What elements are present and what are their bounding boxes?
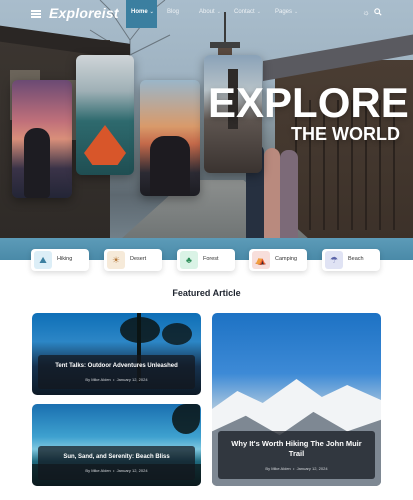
category-label: Beach	[348, 256, 364, 262]
category-chip-desert[interactable]: ☀ Desert	[104, 249, 162, 271]
article-date: January 12, 2024	[116, 468, 148, 473]
article-card-john-muir-trail[interactable]: Why It's Worth Hiking The John Muir Trai…	[212, 313, 381, 486]
article-meta: By Mike Alden • January 12, 2024	[85, 377, 148, 382]
article-caption: Tent Talks: Outdoor Adventures Unleashed…	[38, 355, 195, 389]
nav-item-label: Contact	[234, 9, 255, 15]
nav-item-label: Pages	[275, 9, 293, 15]
article-date: January 12, 2024	[296, 466, 328, 471]
article-caption: Sun, Sand, and Serenity: Beach Bliss By …	[38, 446, 195, 480]
article-meta: By Mike Alden • January 12, 2024	[85, 468, 148, 473]
camping-icon: ⛺	[252, 251, 270, 269]
photo-card-kayak	[76, 55, 134, 175]
article-author[interactable]: By Mike Alden	[85, 377, 110, 382]
article-author[interactable]: By Mike Alden	[85, 468, 110, 473]
article-caption: Why It's Worth Hiking The John Muir Trai…	[218, 431, 375, 479]
chevron-down-icon: ⌄	[149, 9, 154, 15]
article-date: January 12, 2024	[116, 377, 148, 382]
nav-item-home[interactable]: Home ⌄	[131, 9, 154, 15]
category-label: Camping	[275, 256, 298, 262]
hero-headline: EXPLORE	[208, 79, 409, 126]
chevron-down-icon: ⌄	[216, 9, 221, 15]
chevron-down-icon: ⌄	[294, 9, 299, 15]
category-label: Desert	[130, 256, 147, 262]
nav-item-blog[interactable]: Blog	[167, 9, 179, 15]
hiking-icon: ⛰	[34, 251, 52, 269]
nav-item-label: Home	[131, 9, 148, 15]
forest-icon: ♣	[180, 251, 198, 269]
category-chip-beach[interactable]: ☂ Beach	[322, 249, 380, 271]
top-navbar: Exploreist Home ⌄ Blog About ⌄ Contact ⌄ Pa…	[0, 0, 413, 28]
chevron-down-icon: ⌄	[256, 9, 261, 15]
article-title[interactable]: Tent Talks: Outdoor Adventures Unleashed	[38, 363, 195, 369]
category-chip-camping[interactable]: ⛺ Camping	[249, 249, 307, 271]
hero-subheadline: THE WORLD	[291, 124, 400, 144]
sun-icon[interactable]: ☼	[361, 8, 371, 18]
category-chip-forest[interactable]: ♣ Forest	[177, 249, 235, 271]
hero-banner: EXPLORE THE WORLD	[0, 0, 413, 260]
article-card-tent-talks[interactable]: Tent Talks: Outdoor Adventures Unleashed…	[32, 313, 201, 395]
nav-item-about[interactable]: About ⌄	[199, 9, 221, 15]
featured-section-title: Featured Article	[172, 288, 241, 298]
article-title[interactable]: Sun, Sand, and Serenity: Beach Bliss	[38, 454, 195, 460]
site-logo[interactable]: Exploreist	[49, 5, 119, 21]
category-chip-hiking[interactable]: ⛰ Hiking	[31, 249, 89, 271]
article-meta: By Mike Alden • January 12, 2024	[265, 466, 328, 471]
category-label: Hiking	[57, 256, 73, 262]
category-label: Forest	[203, 256, 219, 262]
nav-item-label: About	[199, 9, 215, 15]
search-icon[interactable]	[373, 8, 383, 18]
article-card-beach-bliss[interactable]: Sun, Sand, and Serenity: Beach Bliss By …	[32, 404, 201, 486]
article-author[interactable]: By Mike Alden	[265, 466, 290, 471]
nav-item-label: Blog	[167, 9, 180, 15]
menu-icon[interactable]	[31, 10, 41, 18]
nav-item-pages[interactable]: Pages ⌄	[275, 9, 298, 15]
nav-item-contact[interactable]: Contact ⌄	[234, 9, 261, 15]
article-title[interactable]: Why It's Worth Hiking The John Muir Trai…	[218, 439, 375, 459]
photo-card-couple-sunset	[140, 80, 200, 196]
photo-card-city-girl	[12, 80, 72, 198]
desert-icon: ☀	[107, 251, 125, 269]
beach-icon: ☂	[325, 251, 343, 269]
